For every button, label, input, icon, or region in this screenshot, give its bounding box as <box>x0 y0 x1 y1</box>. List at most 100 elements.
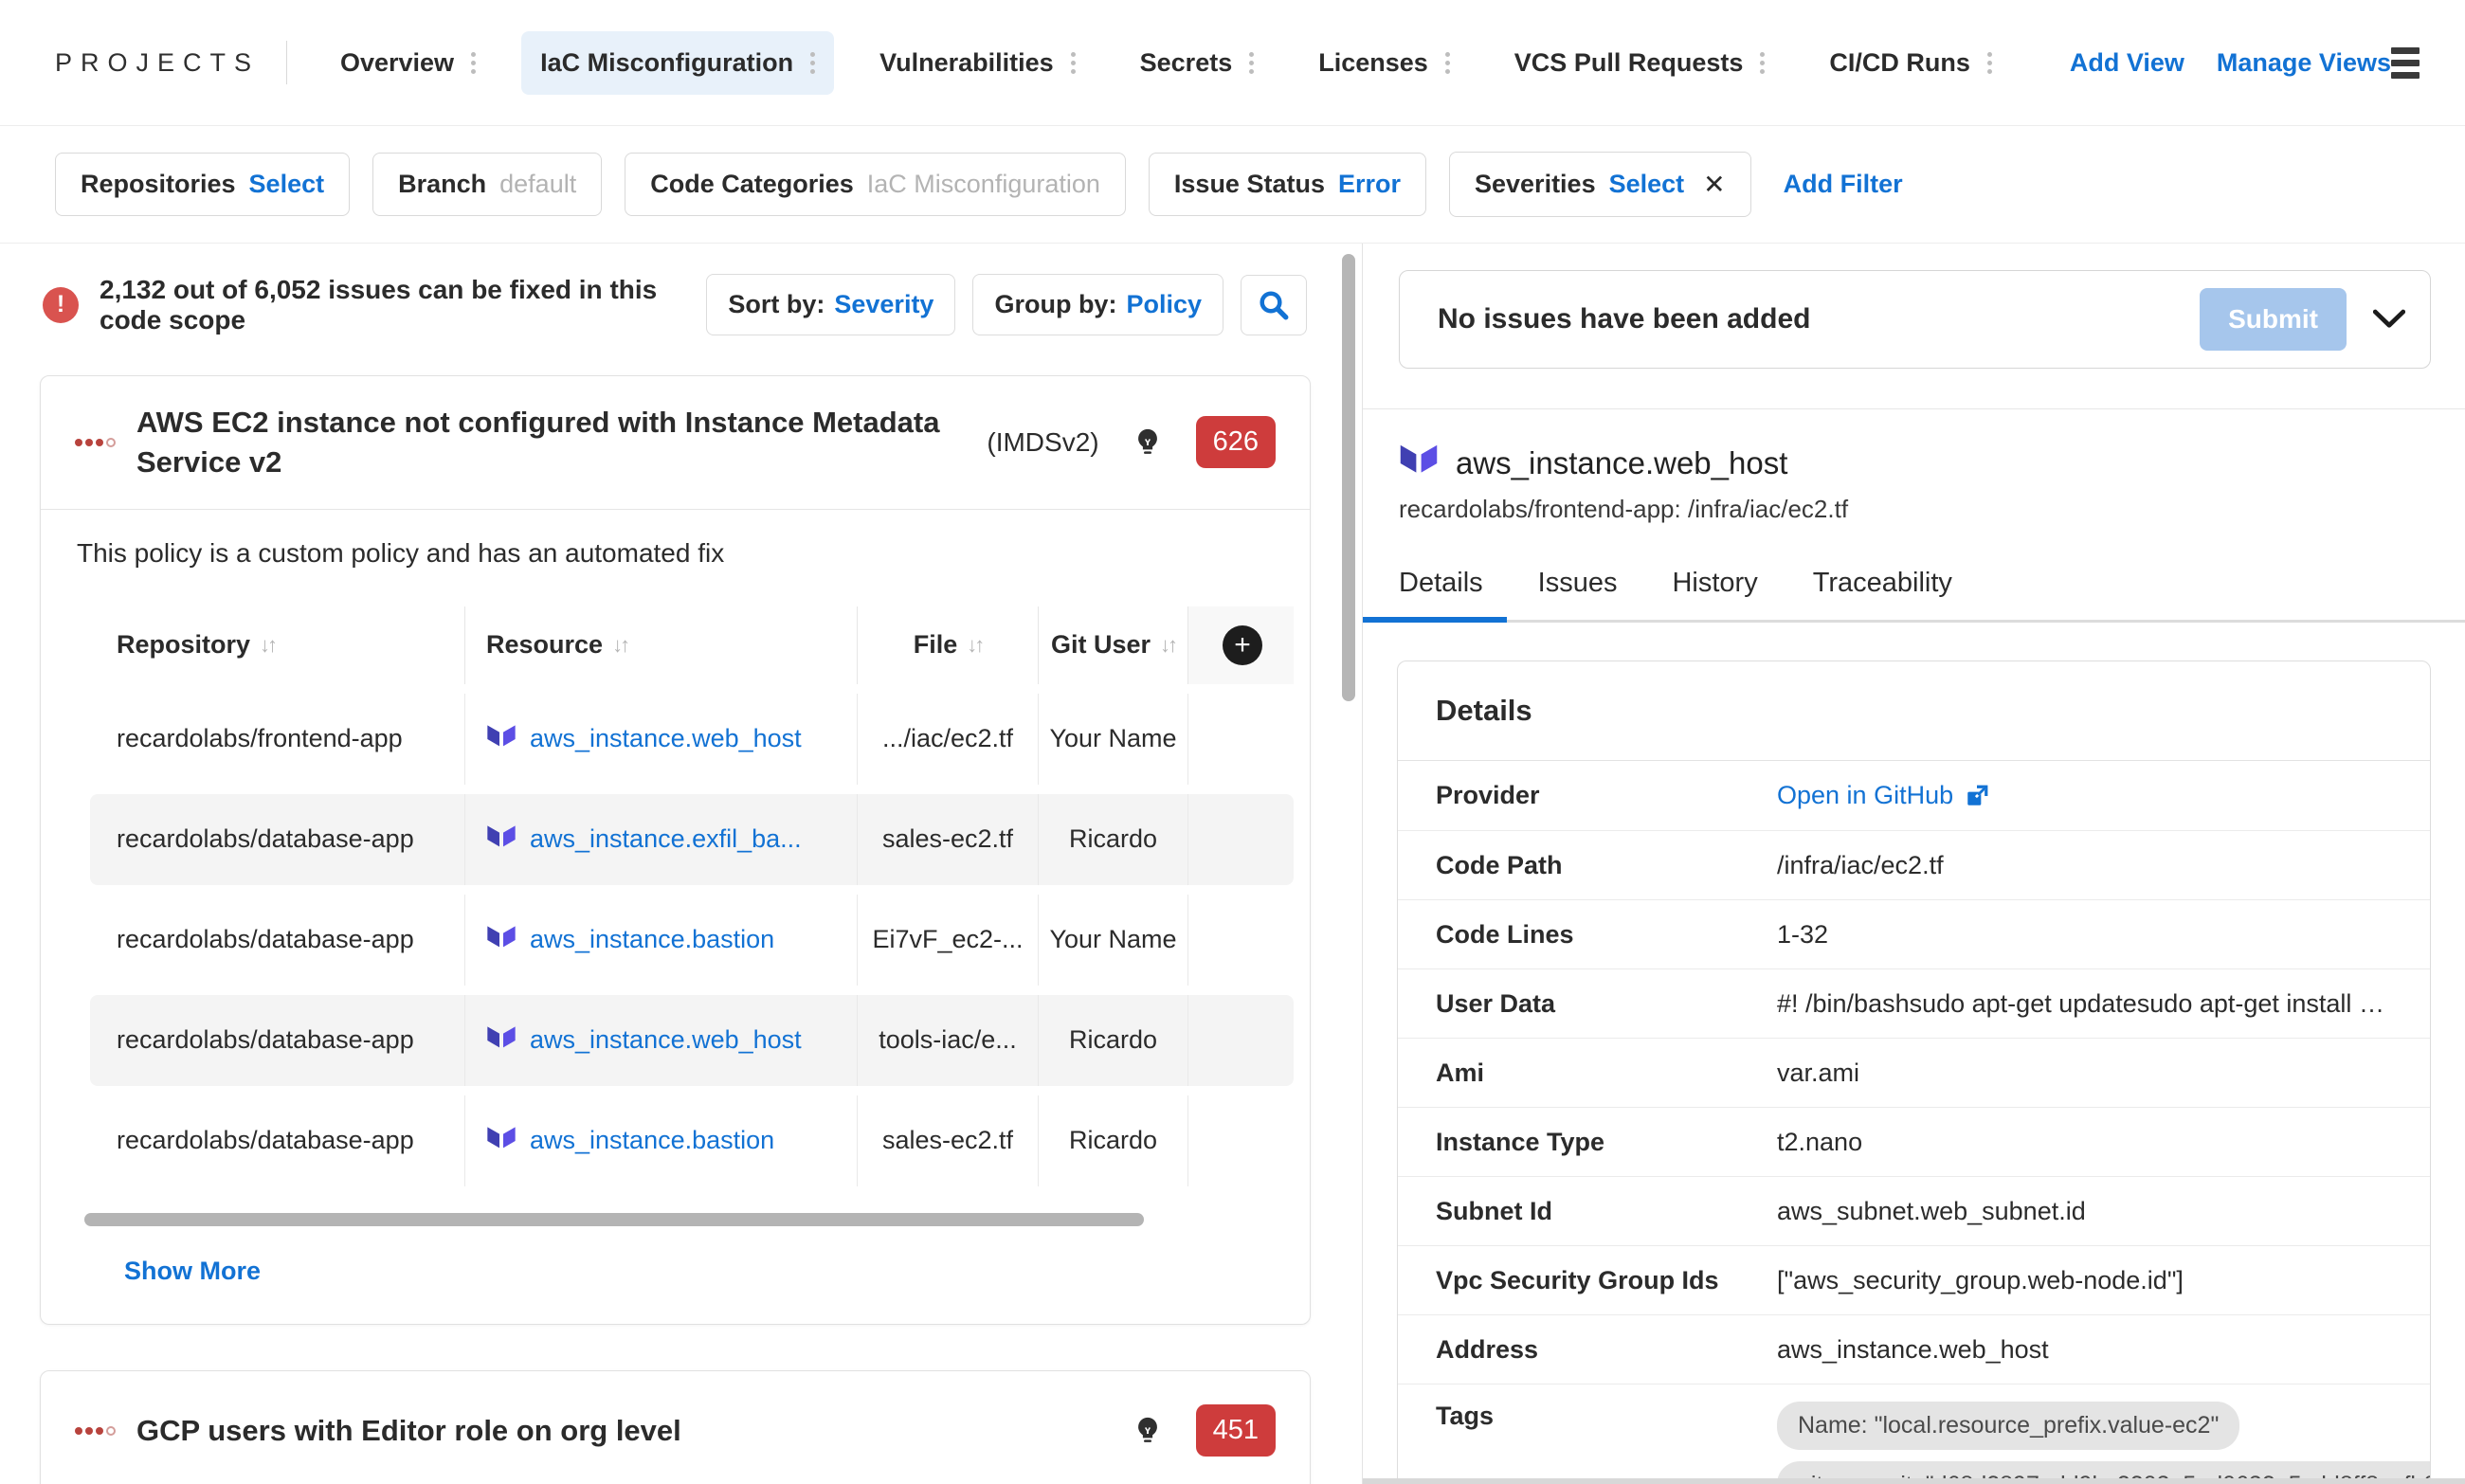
tab-vulnerabilities[interactable]: Vulnerabilities <box>861 31 1095 95</box>
manage-views-link[interactable]: Manage Views <box>2217 48 2391 78</box>
detail-row-instance-type: Instance Type t2.nano <box>1398 1107 2430 1176</box>
resource-link[interactable]: aws_instance.bastion <box>530 1126 774 1155</box>
terraform-icon <box>487 1026 516 1048</box>
detail-row-address: Address aws_instance.web_host <box>1398 1314 2430 1384</box>
kebab-menu-icon[interactable] <box>1249 51 1255 74</box>
resource-link[interactable]: aws_instance.exfil_ba... <box>530 824 802 854</box>
lightbulb-icon[interactable] <box>1132 426 1164 459</box>
search-button[interactable] <box>1241 274 1307 335</box>
show-more-link[interactable]: Show More <box>124 1257 261 1286</box>
chevron-down-icon[interactable] <box>2373 309 2405 330</box>
error-count-icon: ! <box>43 286 79 323</box>
issue-count-badge: 626 <box>1195 416 1276 469</box>
sort-icon[interactable]: ↓↑ <box>1160 633 1178 658</box>
terraform-icon <box>487 1127 516 1149</box>
menu-icon[interactable] <box>2391 46 2420 79</box>
horizontal-scrollbar[interactable] <box>1363 1478 2465 1484</box>
top-nav: PROJECTS Overview IaC Misconfiguration V… <box>0 0 2465 126</box>
tag-pill: Name: "local.resource_prefix.value-ec2" <box>1777 1402 2240 1450</box>
issue-count-badge: 451 <box>1195 1404 1276 1457</box>
search-icon <box>1260 290 1289 319</box>
filter-bar: Repositories Select Branch default Code … <box>0 126 2465 244</box>
issues-table: Repository ↓↑ Resource ↓↑ File ↓↑ Git Us… <box>90 606 1294 1186</box>
policy-title: GCP users with Editor role on org level <box>136 1413 681 1447</box>
detail-row-tags: Tags Name: "local.resource_prefix.value-… <box>1398 1384 2430 1484</box>
sort-by-control[interactable]: Sort by: Severity <box>706 274 956 335</box>
column-header-extra: + <box>1187 606 1294 684</box>
terraform-icon <box>1400 444 1438 473</box>
kebab-menu-icon[interactable] <box>1760 51 1766 74</box>
active-tab-indicator <box>1363 617 1507 623</box>
resource-link[interactable]: aws_instance.bastion <box>530 925 774 954</box>
policy-description: This policy is a custom policy and has a… <box>77 537 725 568</box>
sort-icon[interactable]: ↓↑ <box>967 633 985 658</box>
filter-issue-status[interactable]: Issue Status Error <box>1148 153 1426 216</box>
tab-history[interactable]: History <box>1672 568 1757 620</box>
policy-card-body: This policy is a custom policy and has a… <box>41 538 1310 1324</box>
add-column-button[interactable]: + <box>1223 624 1262 665</box>
policy-card-header[interactable]: AWS EC2 instance not configured with Ins… <box>41 376 1310 510</box>
add-filter-button[interactable]: Add Filter <box>1784 170 1903 199</box>
details-card: Details Provider Open in GitHub Code Pat… <box>1397 661 2431 1484</box>
issues-summary: ! 2,132 out of 6,052 issues can be fixed… <box>43 274 1307 335</box>
divider <box>286 41 287 84</box>
tab-secrets[interactable]: Secrets <box>1121 31 1274 95</box>
kebab-menu-icon[interactable] <box>1070 51 1076 74</box>
summary-text: 2,132 out of 6,052 issues can be fixed i… <box>100 274 658 335</box>
remove-filter-icon[interactable]: ✕ <box>1703 169 1725 200</box>
tab-issues[interactable]: Issues <box>1538 568 1618 620</box>
policy-card: GCP users with Editor role on org level … <box>40 1369 1311 1484</box>
add-view-link[interactable]: Add View <box>2070 48 2184 78</box>
kebab-menu-icon[interactable] <box>1986 51 1992 74</box>
kebab-menu-icon[interactable] <box>1444 51 1450 74</box>
policy-title-suffix: (IMDSv2) <box>987 426 1099 457</box>
filter-severities[interactable]: Severities Select ✕ <box>1449 152 1751 217</box>
kebab-menu-icon[interactable] <box>471 51 477 74</box>
column-header-resource[interactable]: Resource ↓↑ <box>464 606 857 684</box>
detail-row-user-data: User Data #! /bin/bashsudo apt-get updat… <box>1398 968 2430 1038</box>
column-header-repository[interactable]: Repository ↓↑ <box>90 606 464 684</box>
policy-title: AWS EC2 instance not configured with Ins… <box>136 406 940 479</box>
table-row[interactable]: recardolabs/frontend-app aws_instance.we… <box>90 693 1294 785</box>
table-row[interactable]: recardolabs/database-app aws_instance.ba… <box>90 1095 1294 1186</box>
terraform-icon <box>487 825 516 847</box>
horizontal-scrollbar[interactable] <box>84 1212 1144 1226</box>
filter-repositories[interactable]: Repositories Select <box>55 153 351 216</box>
lightbulb-icon[interactable] <box>1132 1415 1164 1447</box>
filter-code-categories[interactable]: Code Categories IaC Misconfiguration <box>625 153 1126 216</box>
table-row[interactable]: recardolabs/database-app aws_instance.ba… <box>90 894 1294 986</box>
submit-button[interactable]: Submit <box>2200 288 2347 351</box>
detail-row-ami: Ami var.ami <box>1398 1038 2430 1107</box>
sort-icon[interactable]: ↓↑ <box>260 633 278 658</box>
policy-card: AWS EC2 instance not configured with Ins… <box>40 375 1311 1325</box>
tab-licenses[interactable]: Licenses <box>1299 31 1469 95</box>
app-window: PROJECTS Overview IaC Misconfiguration V… <box>0 0 2465 1484</box>
detail-row-vpc-security-group-ids: Vpc Security Group Ids ["aws_security_gr… <box>1398 1245 2430 1314</box>
policy-card-header[interactable]: GCP users with Editor role on org level … <box>41 1371 1310 1484</box>
tab-cicd-runs[interactable]: CI/CD Runs <box>1810 31 2011 95</box>
tab-vcs-pull-requests[interactable]: VCS Pull Requests <box>1495 31 1785 95</box>
resource-link[interactable]: aws_instance.web_host <box>530 1025 802 1055</box>
sort-icon[interactable]: ↓↑ <box>612 633 630 658</box>
resource-name: aws_instance.web_host <box>1456 445 1788 480</box>
vertical-scrollbar[interactable] <box>1342 254 1355 701</box>
resource-path: recardolabs/frontend-app: /infra/iac/ec2… <box>1399 495 1849 523</box>
resource-link[interactable]: aws_instance.web_host <box>530 724 802 753</box>
table-row[interactable]: recardolabs/database-app aws_instance.ex… <box>90 793 1294 885</box>
group-by-control[interactable]: Group by: Policy <box>972 274 1223 335</box>
tab-iac-misconfiguration[interactable]: IaC Misconfiguration <box>521 30 835 95</box>
detail-panel: No issues have been added Submit aws_ins… <box>1363 244 2465 1484</box>
column-header-git-user[interactable]: Git User ↓↑ <box>1038 606 1187 684</box>
submit-message: No issues have been added <box>1438 303 1811 335</box>
tab-overview[interactable]: Overview <box>321 31 495 95</box>
terraform-icon <box>487 725 516 747</box>
open-in-github-link[interactable]: Open in GitHub <box>1777 781 1989 810</box>
brand-logo: PROJECTS <box>55 47 261 77</box>
issues-panel: ! 2,132 out of 6,052 issues can be fixed… <box>0 244 1362 1484</box>
tab-traceability[interactable]: Traceability <box>1813 568 1952 620</box>
filter-branch[interactable]: Branch default <box>372 153 603 216</box>
kebab-menu-icon[interactable] <box>810 51 816 74</box>
table-row[interactable]: recardolabs/database-app aws_instance.we… <box>90 994 1294 1086</box>
tab-details[interactable]: Details <box>1399 568 1483 620</box>
column-header-file[interactable]: File ↓↑ <box>857 606 1038 684</box>
